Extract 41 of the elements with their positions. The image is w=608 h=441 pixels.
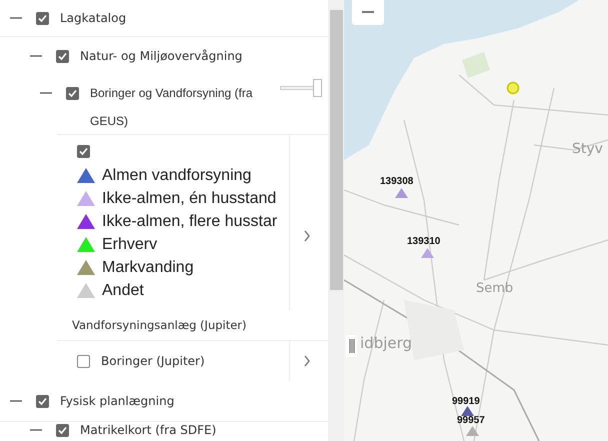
legend-label: Markvanding <box>102 258 194 276</box>
checkbox[interactable] <box>77 354 90 368</box>
place-label: Styv <box>572 141 603 157</box>
checkbox[interactable] <box>56 424 69 436</box>
group-label: Natur- og Miljøovervågning <box>80 49 242 63</box>
location-marker-icon <box>506 81 520 95</box>
slider-thumb[interactable] <box>313 79 322 97</box>
group-label: Lagkatalog <box>60 11 126 25</box>
legend-label: Andet <box>102 282 144 300</box>
well-id-label: 139310 <box>407 236 440 247</box>
well-marker-icon[interactable] <box>461 406 474 416</box>
layer-label: Matrikelkort (fra SDFE) <box>80 423 216 437</box>
group-label: Fysisk planlægning <box>60 394 174 408</box>
section-heading: Vandforsyningsanlæg (Jupiter) <box>72 318 247 332</box>
layer-label: Boringer og Vandforsyning (fra GEUS) <box>90 85 254 130</box>
layer-label: Boringer (Jupiter) <box>101 354 205 368</box>
well-id-label: 139308 <box>380 176 414 187</box>
chevron-right-icon[interactable] <box>303 355 311 367</box>
minus-icon <box>362 10 374 12</box>
legend-label: Ikke-almen, flere husstar <box>102 212 278 230</box>
opacity-slider[interactable] <box>280 79 322 97</box>
checkbox[interactable] <box>36 394 49 408</box>
well-marker-icon[interactable] <box>466 426 479 436</box>
well-id-label: 99957 <box>457 415 485 426</box>
well-marker-icon[interactable] <box>421 248 434 258</box>
map-view[interactable]: Styv Semb idbjerg 139308 139310 99919 99957 <box>344 0 608 441</box>
well-id-label: 99919 <box>452 396 480 407</box>
zoom-out-button[interactable] <box>352 0 384 25</box>
place-label: idbjerg <box>360 334 412 352</box>
drag-handle-icon[interactable] <box>346 335 357 357</box>
scrollbar[interactable] <box>328 0 344 441</box>
legend-label: Almen vandforsyning <box>102 166 252 184</box>
well-marker-icon[interactable] <box>395 188 408 198</box>
chevron-right-icon[interactable] <box>303 230 311 242</box>
checkbox[interactable] <box>56 50 69 62</box>
legend-label: Ikke-almen, én husstand <box>102 190 276 208</box>
checkbox[interactable] <box>77 145 90 158</box>
checkbox[interactable] <box>36 12 49 24</box>
legend-label: Erhverv <box>102 236 158 254</box>
place-label: Semb <box>476 281 514 296</box>
checkbox[interactable] <box>66 86 79 100</box>
